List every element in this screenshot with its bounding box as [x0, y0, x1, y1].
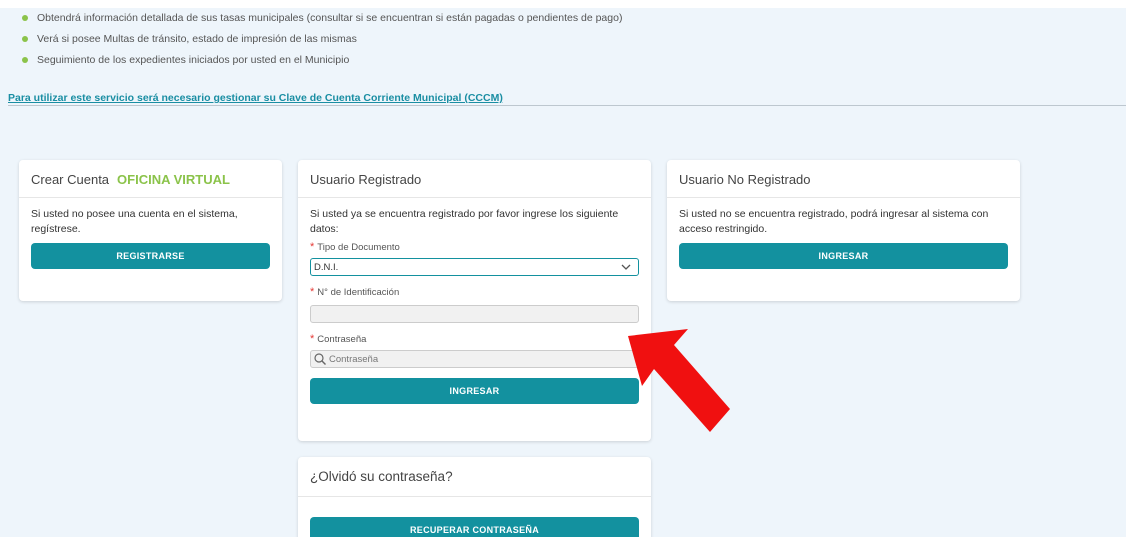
doc-type-label: * Tipo de Documento — [310, 241, 400, 253]
bullet-icon — [22, 36, 28, 42]
card-header: Crear Cuenta OFICINA VIRTUAL — [19, 160, 282, 198]
guest-login-button[interactable]: INGRESAR — [679, 243, 1008, 269]
password-label: * Contraseña — [310, 333, 367, 345]
benefits-list: Obtendrá información detallada de sus ta… — [22, 10, 622, 73]
doc-type-select[interactable]: D.N.I. — [310, 258, 639, 276]
login-button[interactable]: INGRESAR — [310, 378, 639, 404]
card-header: ¿Olvidó su contraseña? — [298, 457, 651, 497]
id-number-input[interactable] — [310, 305, 639, 323]
card-body: RECUPERAR CONTRASEÑA — [298, 497, 651, 537]
virtual-office-label: OFICINA VIRTUAL — [117, 172, 230, 187]
register-button[interactable]: REGISTRARSE — [31, 243, 270, 269]
card-body: Si usted no posee una cuenta en el siste… — [19, 198, 282, 269]
list-item: Seguimiento de los expedientes iniciados… — [22, 52, 622, 73]
card-header: Usuario Registrado — [298, 160, 651, 198]
recover-password-button[interactable]: RECUPERAR CONTRASEÑA — [310, 517, 639, 537]
cccm-info-link[interactable]: Para utilizar este servicio será necesar… — [8, 92, 503, 104]
bullet-icon — [22, 57, 28, 63]
page-background: Obtendrá información detallada de sus ta… — [0, 8, 1126, 537]
list-item: Verá si posee Multas de tránsito, estado… — [22, 31, 622, 52]
id-number-label: * N° de Identificación — [310, 286, 400, 298]
unregistered-user-text: Si usted no se encuentra registrado, pod… — [679, 208, 989, 235]
forgot-password-card: ¿Olvidó su contraseña? RECUPERAR CONTRAS… — [298, 457, 651, 537]
password-placeholder: Contraseña — [329, 353, 379, 365]
red-arrow-icon — [628, 329, 730, 432]
create-account-text: Si usted no posee una cuenta en el siste… — [31, 208, 238, 235]
card-title: ¿Olvidó su contraseña? — [310, 469, 453, 484]
card-body: Si usted ya se encuentra registrado por … — [298, 198, 651, 404]
list-item: Obtendrá información detallada de sus ta… — [22, 10, 622, 31]
chevron-down-icon — [621, 264, 631, 270]
registered-user-text: Si usted ya se encuentra registrado por … — [310, 208, 619, 235]
registered-user-card: Usuario Registrado Si usted ya se encuen… — [298, 160, 651, 441]
card-header: Usuario No Registrado — [667, 160, 1020, 198]
search-icon — [314, 353, 326, 365]
unregistered-user-card: Usuario No Registrado Si usted no se enc… — [667, 160, 1020, 301]
card-body: Si usted no se encuentra registrado, pod… — [667, 198, 1020, 269]
bullet-icon — [22, 15, 28, 21]
card-title: Usuario No Registrado — [679, 172, 811, 187]
password-input[interactable]: Contraseña — [310, 350, 639, 368]
card-title: Crear Cuenta — [31, 172, 110, 187]
divider — [8, 105, 1126, 106]
create-account-card: Crear Cuenta OFICINA VIRTUAL Si usted no … — [19, 160, 282, 301]
card-title: Usuario Registrado — [310, 172, 422, 187]
